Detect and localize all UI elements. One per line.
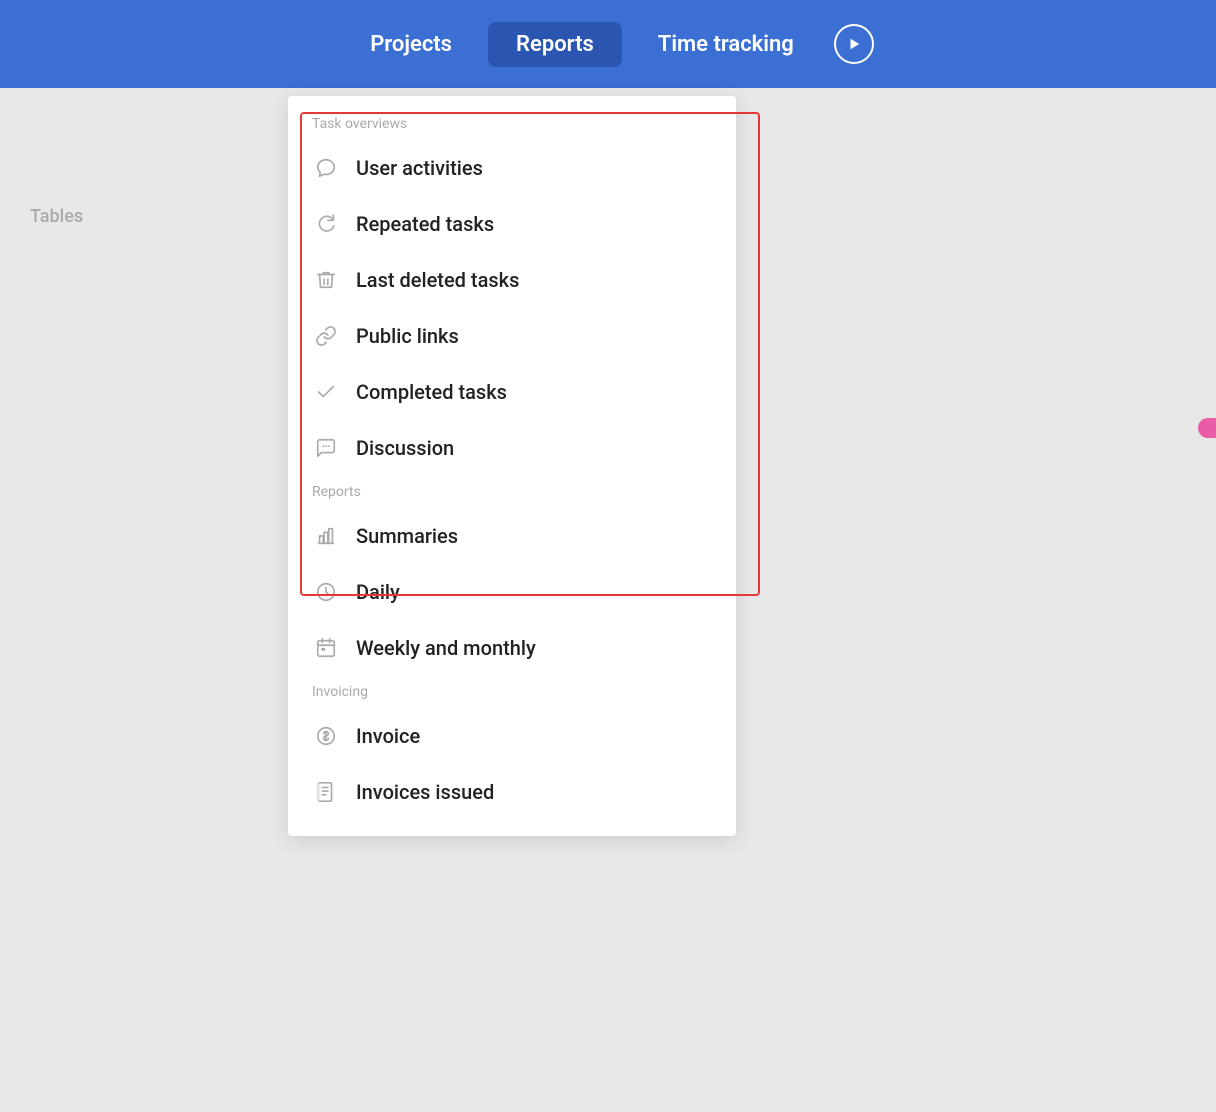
book-icon xyxy=(312,778,340,806)
discussion-icon xyxy=(312,434,340,462)
invoices-issued-label: Invoices issued xyxy=(356,780,494,804)
weekly-monthly-label: Weekly and monthly xyxy=(356,636,536,660)
repeated-tasks-label: Repeated tasks xyxy=(356,212,494,236)
refresh-icon xyxy=(312,210,340,238)
user-activities-label: User activities xyxy=(356,156,483,180)
menu-item-weekly-monthly[interactable]: Weekly and monthly xyxy=(288,620,736,676)
daily-label: Daily xyxy=(356,580,400,604)
last-deleted-tasks-label: Last deleted tasks xyxy=(356,268,519,292)
app-header: Projects Reports Time tracking xyxy=(0,0,1216,88)
section-invoicing-label: Invoicing xyxy=(288,684,736,708)
menu-item-repeated-tasks[interactable]: Repeated tasks xyxy=(288,196,736,252)
play-button[interactable] xyxy=(834,24,874,64)
menu-item-invoice[interactable]: Invoice xyxy=(288,708,736,764)
invoice-label: Invoice xyxy=(356,724,420,748)
notification-indicator xyxy=(1198,418,1216,438)
menu-item-daily[interactable]: Daily xyxy=(288,564,736,620)
dollar-circle-icon xyxy=(312,722,340,750)
section-task-overviews-label: Task overviews xyxy=(288,116,736,140)
clock-icon xyxy=(312,578,340,606)
nav-reports[interactable]: Reports xyxy=(488,22,622,67)
menu-item-public-links[interactable]: Public links xyxy=(288,308,736,364)
menu-item-discussion[interactable]: Discussion xyxy=(288,420,736,476)
nav-time-tracking[interactable]: Time tracking xyxy=(630,22,822,67)
discussion-label: Discussion xyxy=(356,436,454,460)
bar-chart-icon xyxy=(312,522,340,550)
menu-item-completed-tasks[interactable]: Completed tasks xyxy=(288,364,736,420)
link-icon xyxy=(312,322,340,350)
nav-projects[interactable]: Projects xyxy=(342,22,480,67)
checkmark-icon xyxy=(312,378,340,406)
menu-item-invoices-issued[interactable]: Invoices issued xyxy=(288,764,736,820)
menu-item-last-deleted-tasks[interactable]: Last deleted tasks xyxy=(288,252,736,308)
completed-tasks-label: Completed tasks xyxy=(356,380,507,404)
menu-item-user-activities[interactable]: User activities xyxy=(288,140,736,196)
menu-item-summaries[interactable]: Summaries xyxy=(288,508,736,564)
sidebar-label: Tables xyxy=(30,206,83,227)
summaries-label: Summaries xyxy=(356,524,458,548)
calendar-icon xyxy=(312,634,340,662)
public-links-label: Public links xyxy=(356,324,459,348)
speech-bubble-icon xyxy=(312,154,340,182)
trash-icon xyxy=(312,266,340,294)
section-reports-label: Reports xyxy=(288,484,736,508)
reports-dropdown: Task overviews User activities Repeated … xyxy=(288,96,736,836)
